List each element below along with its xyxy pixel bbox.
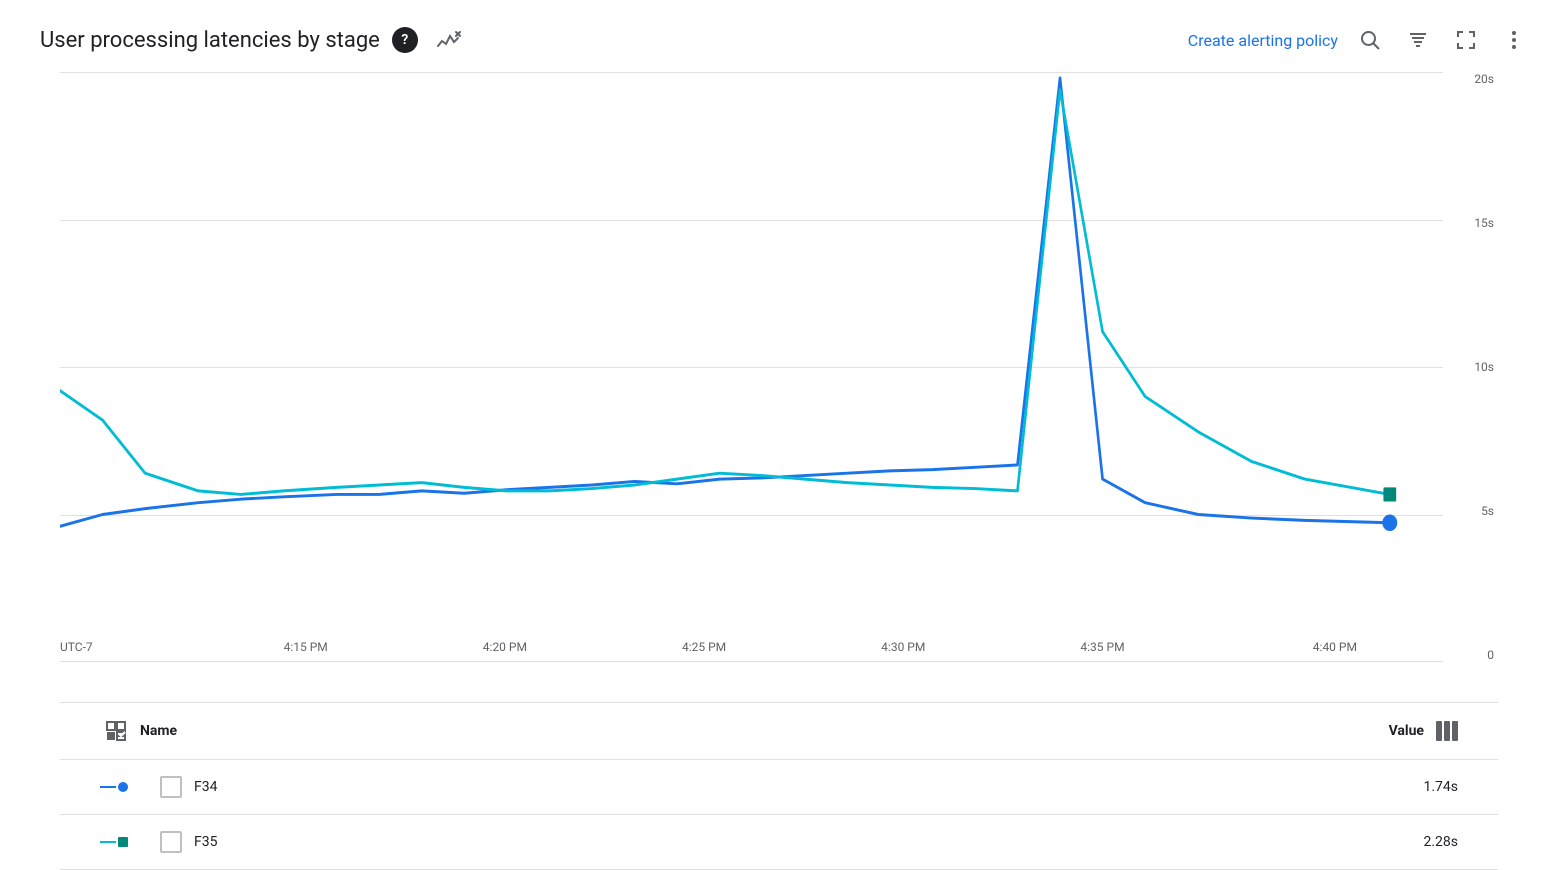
f35-value: 2.28s xyxy=(1378,834,1458,850)
chart-title: User processing latencies by stage xyxy=(40,28,380,53)
chart-wrapper: 0 5s 10s 15s 20s xyxy=(60,72,1498,702)
chart-svg xyxy=(60,72,1443,662)
search-button[interactable] xyxy=(1350,20,1390,60)
f34-value: 1.74s xyxy=(1378,779,1458,795)
y-label-5: 5s xyxy=(1456,504,1498,518)
f35-legend-indicator xyxy=(100,837,148,847)
f34-legend-indicator xyxy=(100,782,148,792)
filter-button[interactable] xyxy=(1398,20,1438,60)
legend-value-label: Value xyxy=(1389,723,1424,739)
legend-row-f35: F35 2.28s xyxy=(60,815,1498,870)
x-label-425: 4:25 PM xyxy=(682,640,726,654)
legend-grid-icon[interactable] xyxy=(100,715,132,747)
chart-header: User processing latencies by stage ? Cre… xyxy=(0,0,1558,72)
y-label-15: 15s xyxy=(1456,216,1498,230)
f35-endpoint xyxy=(1383,487,1396,501)
x-label-415: 4:15 PM xyxy=(284,640,328,654)
f34-endpoint xyxy=(1382,515,1397,532)
f35-line xyxy=(60,90,1390,495)
more-options-button[interactable] xyxy=(1494,20,1534,60)
y-label-20: 20s xyxy=(1456,72,1498,86)
y-label-0: 0 xyxy=(1456,648,1498,662)
x-label-435: 4:35 PM xyxy=(1080,640,1124,654)
create-alerting-link[interactable]: Create alerting policy xyxy=(1188,31,1338,50)
x-label-utc7: UTC-7 xyxy=(60,640,93,654)
f34-name: F34 xyxy=(194,779,1378,795)
x-label-420: 4:20 PM xyxy=(483,640,527,654)
header-icons xyxy=(1350,20,1534,60)
f34-line xyxy=(60,78,1390,526)
legend-name-header: Name xyxy=(140,723,177,739)
columns-icon[interactable] xyxy=(1436,721,1458,741)
legend-header: Name Value xyxy=(60,703,1498,760)
legend-table: Name Value F34 1.74s xyxy=(60,702,1498,870)
chart-inner: UTC-7 4:15 PM 4:20 PM 4:25 PM 4:30 PM 4:… xyxy=(60,72,1443,662)
anomaly-detection-icon[interactable] xyxy=(434,26,462,54)
y-axis-labels: 0 5s 10s 15s 20s xyxy=(1448,72,1498,662)
f34-checkbox[interactable] xyxy=(160,776,182,798)
f35-checkbox[interactable] xyxy=(160,831,182,853)
y-label-10: 10s xyxy=(1456,360,1498,374)
chart-area: 0 5s 10s 15s 20s xyxy=(0,72,1558,870)
x-label-430: 4:30 PM xyxy=(881,640,925,654)
legend-row-f34: F34 1.74s xyxy=(60,760,1498,815)
fullscreen-button[interactable] xyxy=(1446,20,1486,60)
x-axis-labels: UTC-7 4:15 PM 4:20 PM 4:25 PM 4:30 PM 4:… xyxy=(60,622,1388,662)
main-container: User processing latencies by stage ? Cre… xyxy=(0,0,1558,870)
x-label-440: 4:40 PM xyxy=(1313,640,1357,654)
legend-value-header: Value xyxy=(1389,721,1458,741)
f35-name: F35 xyxy=(194,834,1378,850)
help-icon[interactable]: ? xyxy=(392,27,418,53)
